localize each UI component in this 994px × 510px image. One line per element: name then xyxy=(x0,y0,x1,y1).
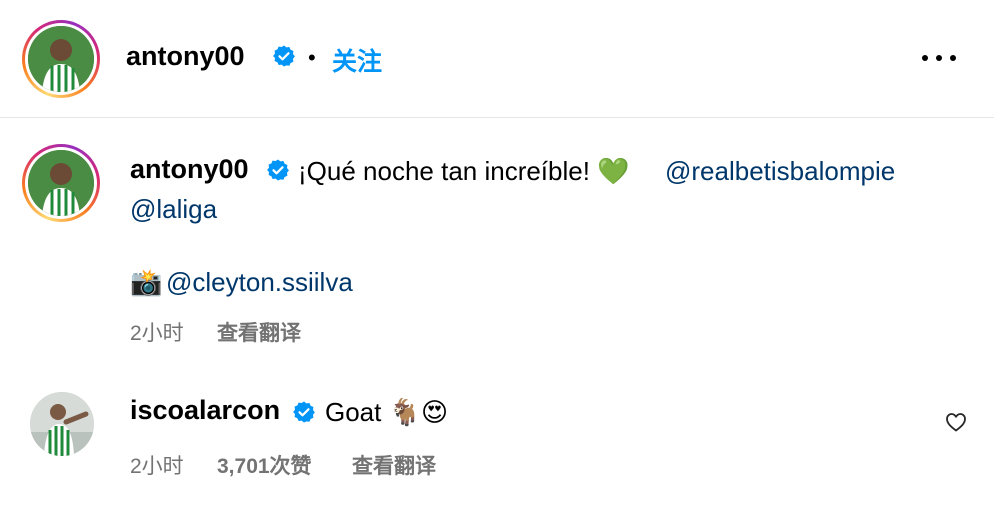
mention-link[interactable]: @laliga xyxy=(130,194,217,225)
caption-timestamp[interactable]: 2小时 xyxy=(130,317,184,347)
comment-translate-button[interactable]: 查看翻译 xyxy=(352,450,436,480)
caption-text: ¡Qué noche tan increíble! 💚 xyxy=(298,156,630,186)
verified-badge-icon xyxy=(273,45,295,67)
mention-link[interactable]: @cleyton.ssiilva xyxy=(166,267,353,298)
header-username[interactable]: antony00 xyxy=(126,41,245,72)
verified-badge-icon xyxy=(267,159,289,181)
commenter-avatar[interactable] xyxy=(30,392,94,456)
avatar-image xyxy=(28,150,94,216)
caption-avatar[interactable] xyxy=(22,144,100,222)
header-avatar[interactable] xyxy=(22,20,100,98)
heart-icon[interactable] xyxy=(944,410,968,434)
caption-translate-button[interactable]: 查看翻译 xyxy=(217,317,301,347)
verified-badge-icon xyxy=(293,401,315,423)
more-options-icon[interactable] xyxy=(922,46,956,70)
post-header: antony00 • 关注 xyxy=(0,0,994,118)
camera-emoji: 📸 xyxy=(130,267,163,297)
avatar-image xyxy=(28,26,94,92)
comment-username[interactable]: iscoalarcon xyxy=(130,395,280,426)
mention-link[interactable]: @realbetisbalompie xyxy=(665,156,895,187)
comment-text: Goat 🐐😍 xyxy=(325,397,449,427)
follow-button[interactable]: 关注 xyxy=(332,42,382,78)
caption-username[interactable]: antony00 xyxy=(130,154,249,185)
separator-dot: • xyxy=(308,45,316,70)
comment-likes-count[interactable]: 3,701次赞 xyxy=(217,450,312,480)
comment-timestamp[interactable]: 2小时 xyxy=(130,450,184,480)
